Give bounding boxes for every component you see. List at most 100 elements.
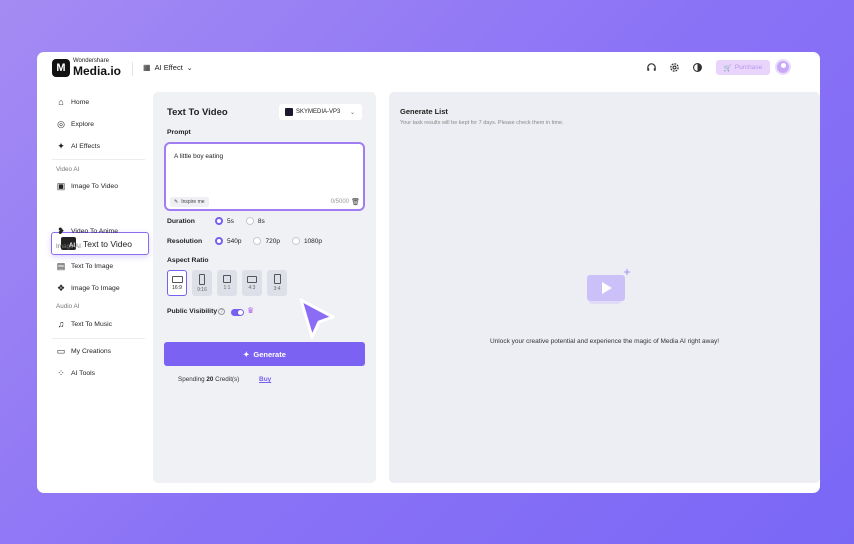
- sidebar-item-label: Video To Anime: [71, 227, 118, 235]
- aspect-option-16-9[interactable]: 16:9: [167, 270, 187, 296]
- inspire-label: Inspire me: [181, 199, 205, 205]
- category-video-ai: Video AI: [56, 166, 80, 173]
- sidebar-item-image-to-video[interactable]: ▣ Image To Video: [56, 181, 118, 191]
- sidebar-item-my-creations[interactable]: ▭ My Creations: [56, 346, 111, 356]
- trash-icon[interactable]: 🗑: [351, 198, 360, 206]
- theme-toggle-icon[interactable]: [691, 61, 704, 74]
- folder-icon: ▭: [56, 345, 66, 356]
- chevron-down-icon: ⌄: [186, 64, 193, 72]
- divider: [52, 159, 145, 160]
- sidebar-item-label: Image To Image: [71, 284, 120, 292]
- aspect-option-9-16[interactable]: 9:16: [192, 270, 212, 296]
- home-icon: ⌂: [58, 97, 64, 107]
- category-image-ai: Image AI: [56, 243, 81, 250]
- text-to-video-panel: Text To Video SKYMEDIA-VP3 ⌄ Prompt A li…: [153, 92, 376, 483]
- resolution-option[interactable]: 540p: [215, 237, 241, 245]
- model-label: SKYMEDIA-VP3: [296, 109, 341, 115]
- sidebar-item-ai-tools[interactable]: ⁘ AI Tools: [56, 368, 95, 378]
- duration-option[interactable]: 5s: [215, 217, 234, 225]
- purchase-label: Purchase: [734, 64, 763, 71]
- credit-amount: 20: [206, 376, 214, 383]
- spending-text: Spending 20 Credit(s): [178, 376, 240, 383]
- sidebar-item-image-to-image[interactable]: ❖ Image To Image: [56, 283, 120, 293]
- radio-unselected: [253, 237, 262, 245]
- radio-unselected: [291, 237, 300, 245]
- ratio-shape-icon: [171, 275, 183, 283]
- prompt-value: A little boy eating: [174, 153, 224, 160]
- prompt-label: Prompt: [167, 129, 191, 136]
- sidebar-item-label: Home: [71, 98, 90, 106]
- chevron-down-icon: ⌄: [349, 109, 355, 116]
- help-icon[interactable]: ?: [218, 308, 225, 315]
- resolution-option[interactable]: 1080p: [291, 237, 322, 245]
- ratio-shape-icon: [199, 273, 205, 285]
- aspect-option-3-4[interactable]: 3:4: [267, 270, 287, 296]
- brand-logo[interactable]: M Wondershare Media.io: [52, 58, 121, 77]
- generate-list-panel: Generate List Your task results will be …: [389, 92, 820, 483]
- aspect-ratio-label: Aspect Ratio: [167, 257, 209, 264]
- sidebar-item-label: Text to Video: [83, 238, 132, 249]
- prompt-textarea[interactable]: A little boy eating ✎ Inspire me 0/5000 …: [164, 142, 365, 211]
- text-image-icon: ▤: [56, 260, 66, 271]
- radio-selected: [215, 217, 223, 225]
- sidebar-item-label: My Creations: [71, 347, 112, 355]
- public-visibility-toggle[interactable]: [231, 309, 244, 316]
- anime-icon: ❥: [57, 225, 65, 236]
- resolution-option[interactable]: 720p: [253, 237, 280, 245]
- public-visibility-label: Public Visibility: [167, 308, 218, 315]
- brand-name: Media.io: [73, 64, 122, 78]
- sidebar-item-label: AI Tools: [71, 369, 96, 377]
- radio-selected: [215, 237, 223, 245]
- divider: [52, 338, 145, 339]
- empty-state-message: Unlock your creative potential and exper…: [489, 338, 720, 345]
- sidebar-item-label: Text To Music: [71, 320, 113, 328]
- image-video-icon: ▣: [56, 180, 66, 191]
- buy-link[interactable]: Buy: [259, 376, 271, 383]
- category-audio-ai: Audio AI: [56, 303, 80, 310]
- sidebar-item-label: AI Effects: [71, 142, 100, 150]
- model-select[interactable]: SKYMEDIA-VP3 ⌄: [279, 104, 362, 120]
- resolution-label: Resolution: [167, 238, 203, 245]
- sparkle-icon: ✦: [243, 349, 250, 359]
- aspect-option-4-3[interactable]: 4:3: [242, 270, 262, 296]
- ratio-shape-icon: [223, 275, 231, 283]
- crown-icon: ♛: [247, 306, 255, 315]
- cart-icon: 🛒: [723, 64, 732, 72]
- sidebar-item-home[interactable]: ⌂ Home: [56, 97, 89, 107]
- duration-options: 5s 8s: [215, 217, 265, 225]
- ai-effect-label: AI Effect: [154, 63, 183, 72]
- grid-icon: ▦: [143, 63, 151, 72]
- aspect-ratio-options: 16:9 9:16 1:1 4:3 3:4: [167, 270, 287, 296]
- compass-icon: ◎: [57, 118, 65, 129]
- sidebar-item-explore[interactable]: ◎ Explore: [56, 119, 94, 129]
- app-window: M Wondershare Media.io ▦ AI Effect ⌄ 🛒 P…: [37, 52, 820, 493]
- generate-label: Generate: [253, 349, 286, 359]
- image-image-icon: ❖: [56, 282, 66, 293]
- ai-effect-menu[interactable]: ▦ AI Effect ⌄: [143, 63, 193, 72]
- aspect-option-1-1[interactable]: 1:1: [217, 270, 237, 296]
- generate-button[interactable]: ✦ Generate: [164, 342, 365, 366]
- sidebar-item-ai-effects[interactable]: ✦ AI Effects: [56, 141, 100, 151]
- sparkle-icon: ✦: [57, 140, 65, 151]
- duration-label: Duration: [167, 218, 195, 225]
- sidebar-item-text-to-image[interactable]: ▤ Text To Image: [56, 261, 113, 271]
- sidebar: ⌂ Home ◎ Explore ✦ AI Effects Video AI ▣…: [37, 88, 150, 493]
- headset-icon[interactable]: [645, 61, 658, 74]
- ratio-shape-icon: [247, 275, 257, 283]
- sidebar-item-video-to-anime[interactable]: ❥ Video To Anime: [56, 226, 118, 236]
- magic-wand-icon: ✎: [174, 199, 179, 205]
- duration-option[interactable]: 8s: [245, 217, 265, 225]
- tools-grid-icon: ⁘: [57, 367, 65, 378]
- sidebar-item-label: Image To Video: [71, 182, 118, 190]
- resolution-options: 540p 720p 1080p: [215, 237, 322, 245]
- gear-icon[interactable]: [668, 61, 681, 74]
- purchase-button[interactable]: 🛒 Purchase: [716, 60, 770, 75]
- avatar[interactable]: [775, 59, 791, 75]
- sidebar-item-text-to-music[interactable]: ♫ Text To Music: [56, 319, 112, 329]
- music-icon: ♫: [57, 319, 65, 329]
- generate-list-subtitle: Your task results will be kept for 7 day…: [400, 120, 564, 126]
- sidebar-item-label: Explore: [71, 120, 95, 128]
- inspire-me-button[interactable]: ✎ Inspire me: [170, 197, 209, 207]
- cursor-pointer-icon: [299, 298, 335, 339]
- panel-title: Text To Video: [167, 107, 228, 118]
